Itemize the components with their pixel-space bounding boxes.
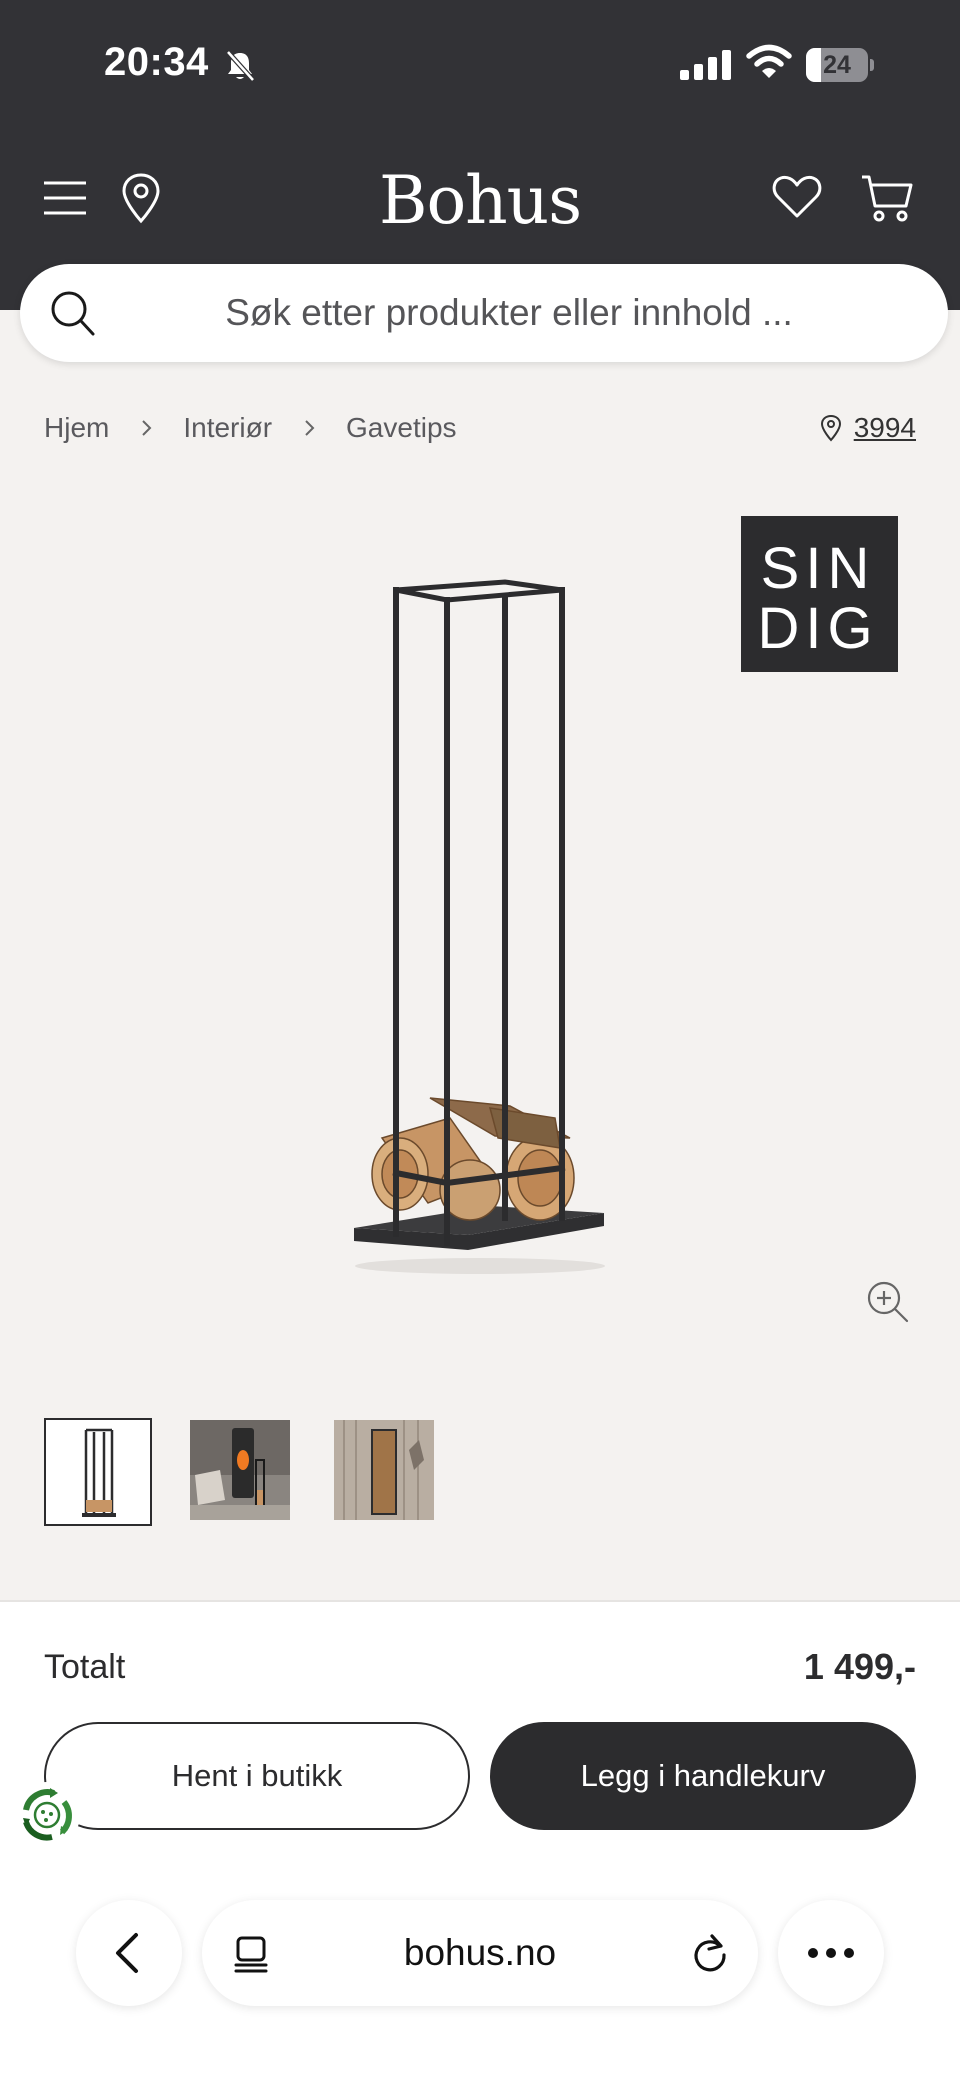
reader-mode-icon[interactable] bbox=[232, 1934, 272, 1974]
battery-indicator: 24 bbox=[806, 48, 874, 82]
thumbnail-1[interactable] bbox=[44, 1418, 152, 1526]
store-selector[interactable]: 3994 bbox=[820, 408, 916, 448]
back-button[interactable] bbox=[76, 1900, 182, 2006]
product-image-firewood-rack[interactable] bbox=[330, 578, 630, 1288]
add-to-cart-button[interactable]: Legg i handlekurv bbox=[490, 1722, 916, 1830]
store-number[interactable]: 3994 bbox=[854, 412, 916, 444]
more-dots-icon bbox=[808, 1948, 854, 1958]
search-icon bbox=[51, 291, 95, 336]
breadcrumb: Hjem Interiør Gavetips bbox=[44, 408, 457, 448]
brand-logo-sindig: SIN DIG bbox=[741, 516, 898, 672]
battery-level: 24 bbox=[823, 51, 851, 79]
bohus-logo[interactable]: Bohus bbox=[330, 162, 630, 239]
status-time: 20:34 bbox=[104, 40, 209, 84]
menu-icon[interactable] bbox=[42, 178, 88, 218]
signal-icon bbox=[680, 50, 731, 80]
search-bar[interactable]: Søk etter produkter eller innhold ... bbox=[20, 264, 948, 362]
chevron-left-icon bbox=[116, 1933, 138, 1973]
bell-muted-icon bbox=[226, 50, 255, 82]
chevron-right-icon bbox=[142, 420, 152, 436]
address-bar[interactable]: bohus.no bbox=[202, 1900, 758, 2006]
zoom-in-icon[interactable] bbox=[866, 1280, 910, 1324]
breadcrumb-item-home[interactable]: Hjem bbox=[44, 412, 109, 444]
breadcrumb-item-interior[interactable]: Interiør bbox=[183, 412, 272, 444]
browser-toolbar: bohus.no bbox=[0, 1860, 960, 2081]
total-label: Totalt bbox=[44, 1648, 126, 1686]
location-pin-icon[interactable] bbox=[120, 172, 162, 224]
svg-text:SIN: SIN bbox=[761, 536, 876, 601]
chevron-right-icon bbox=[305, 420, 315, 436]
url-text[interactable]: bohus.no bbox=[302, 1900, 658, 2006]
location-pin-icon bbox=[820, 414, 841, 442]
more-options-button[interactable] bbox=[778, 1900, 884, 2006]
total-price: 1 499,- bbox=[803, 1646, 916, 1687]
cart-icon[interactable] bbox=[860, 172, 914, 224]
pickup-in-store-button[interactable]: Hent i butikk bbox=[44, 1722, 470, 1830]
search-input[interactable]: Søk etter produkter eller innhold ... bbox=[120, 264, 898, 362]
reload-icon[interactable] bbox=[690, 1933, 730, 1973]
wifi-icon bbox=[746, 44, 792, 78]
recycle-badge-icon[interactable] bbox=[14, 1782, 80, 1848]
thumbnail-2[interactable] bbox=[190, 1420, 290, 1520]
thumbnail-3[interactable] bbox=[334, 1420, 434, 1520]
heart-icon[interactable] bbox=[772, 174, 822, 220]
breadcrumb-item-gavetips[interactable]: Gavetips bbox=[346, 412, 457, 444]
svg-text:DIG: DIG bbox=[757, 596, 878, 661]
